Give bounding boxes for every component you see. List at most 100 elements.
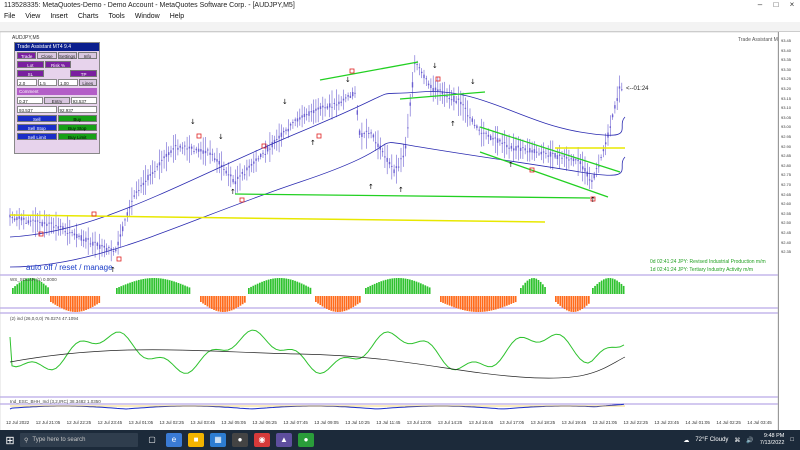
chrome-icon[interactable]: ◉: [254, 433, 270, 447]
sell-limit-button[interactable]: Sell Limit: [17, 133, 57, 140]
histogram-bar-short: [585, 296, 588, 306]
candle-body: [124, 219, 126, 221]
histogram-bar-long: [267, 279, 270, 294]
signal-square: [239, 197, 245, 203]
network-icon[interactable]: ⌘: [734, 437, 740, 444]
histogram-bar-long: [389, 278, 391, 294]
histogram-bar-long: [287, 278, 290, 294]
menu-window[interactable]: Window: [135, 13, 160, 20]
lines-button[interactable]: Lines: [78, 79, 97, 86]
histogram-bar-long: [369, 285, 372, 294]
menu-view[interactable]: View: [25, 13, 40, 20]
sell-button[interactable]: Sell: [17, 115, 57, 122]
taskbar-search[interactable]: ⚲ Type here to search: [20, 433, 138, 447]
menu-charts[interactable]: Charts: [78, 13, 99, 20]
histogram-bar-short: [490, 296, 493, 311]
candle-body: [237, 176, 239, 179]
task-view-icon[interactable]: ▢: [144, 433, 160, 447]
notification-icon[interactable]: □: [790, 437, 794, 443]
candle-body: [526, 151, 529, 153]
histogram-bar-short: [202, 296, 204, 304]
histogram-bar-short: [69, 296, 72, 312]
histogram-bar-long: [611, 278, 614, 294]
candle-body: [356, 110, 358, 115]
candle-body: [96, 242, 99, 246]
histogram-bar-long: [179, 283, 182, 294]
histogram-bar-short: [226, 296, 229, 312]
up-arrow-icon: ↑: [310, 139, 316, 147]
chart-area[interactable]: ↓ ↓ ↓ ↓ ↓ ↓ ↑ ↑ ↑ ↑ ↑ ↑ ↑ ↑: [0, 31, 800, 438]
candle-body: [122, 226, 124, 232]
histogram-bar-short: [67, 296, 70, 311]
histogram-bar-short: [345, 296, 348, 311]
candle-body: [400, 158, 402, 160]
histogram-bar-short: [481, 296, 484, 312]
histogram-bar-long: [138, 279, 140, 294]
time-tick: 14 Jul 02:25: [716, 420, 741, 425]
histogram-bar-long: [404, 278, 407, 294]
histogram-bar-long: [387, 279, 389, 294]
tab-info[interactable]: Info: [77, 52, 97, 59]
candle-body: [347, 95, 349, 97]
sl-input[interactable]: 2.0: [17, 79, 37, 86]
tab-settings[interactable]: Settings: [57, 52, 77, 59]
candle-body: [333, 102, 335, 104]
trendline-channel-bottom: [479, 151, 609, 198]
minimize-button[interactable]: –: [752, 0, 768, 11]
file-explorer-icon[interactable]: ■: [188, 433, 204, 447]
candle-body: [204, 150, 207, 154]
tab-close[interactable]: Close: [37, 52, 57, 59]
histogram-bar-long: [146, 278, 149, 294]
candle-body: [25, 222, 27, 224]
histogram-bar-long: [168, 280, 171, 294]
buy-limit-button[interactable]: Buy Limit: [57, 133, 97, 140]
candle-body: [437, 89, 439, 92]
edge-icon[interactable]: e: [166, 433, 182, 447]
candle-body: [531, 150, 533, 153]
close-button[interactable]: ×: [784, 0, 800, 11]
entry-input[interactable]: 93.537: [70, 97, 97, 104]
sl-points-input[interactable]: 0.37: [17, 97, 44, 104]
menu-file[interactable]: File: [4, 13, 15, 20]
news-item: 1d 02:41:24 JPY: Tertiary Industry Activ…: [650, 267, 754, 273]
windows-start-icon[interactable]: ⊞: [0, 430, 20, 450]
app-icon[interactable]: ●: [232, 433, 248, 447]
histogram-bar-long: [531, 278, 533, 294]
clock[interactable]: 9:48 PM 7/13/2022: [760, 433, 784, 447]
ask-price: 92.937: [57, 106, 97, 113]
candle-body: [39, 222, 41, 224]
metatrader-icon[interactable]: ▲: [276, 433, 292, 447]
histogram-bar-long: [151, 278, 153, 294]
price-chart[interactable]: ↓↓↓↓↓↓↑↑↑↑ ↑↑↑↑: [0, 31, 800, 438]
buy-stop-button[interactable]: Buy Stop: [57, 124, 97, 131]
candle-body: [496, 138, 499, 143]
histogram-bar-short: [440, 296, 442, 302]
tab-trade[interactable]: Trade: [17, 52, 37, 59]
candle-body: [317, 107, 319, 110]
news-panel: 0d 02:41:24 JPY: Revised Industrial Prod…: [650, 258, 766, 274]
tp-input[interactable]: 1.5: [37, 79, 57, 86]
weather-icon[interactable]: ☁: [683, 437, 689, 444]
candle-body: [503, 142, 506, 144]
volume-icon[interactable]: 🔊: [746, 437, 753, 444]
histogram-bar-long: [142, 278, 145, 294]
buy-button[interactable]: Buy: [57, 115, 97, 122]
price-tick: 93.30: [781, 66, 792, 72]
auto-manage-label[interactable]: auto off / reset / manage: [26, 263, 113, 272]
time-tick: 13 Jul 17:05: [499, 420, 525, 425]
lot-input[interactable]: 1.00: [58, 79, 78, 86]
menu-tools[interactable]: Tools: [108, 13, 124, 20]
menu-insert[interactable]: Insert: [50, 13, 68, 20]
histogram-bar-short: [559, 296, 562, 306]
histogram-bar-short: [63, 296, 65, 310]
store-icon[interactable]: ▦: [210, 433, 226, 447]
histogram-bar-long: [252, 285, 255, 294]
app-green-icon[interactable]: ●: [298, 433, 314, 447]
menu-help[interactable]: Help: [170, 13, 184, 20]
histogram-bar-short: [241, 296, 244, 305]
sell-stop-button[interactable]: Sell Stop: [17, 124, 57, 131]
maximize-button[interactable]: □: [768, 0, 784, 11]
weather-label[interactable]: 72°F Cloudy: [695, 437, 728, 443]
candle-body: [462, 104, 464, 106]
histogram-bar-long: [544, 286, 546, 294]
